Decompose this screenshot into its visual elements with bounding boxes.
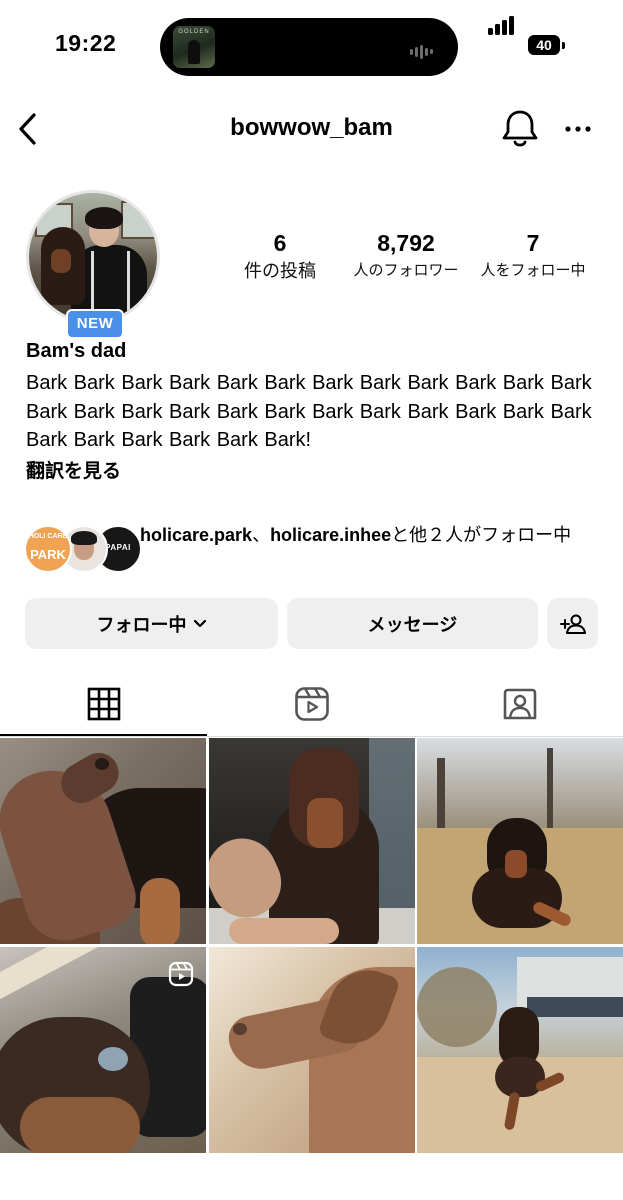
bio-text: Bark Bark Bark Bark Bark Bark Bark Bark … <box>26 372 592 451</box>
message-button[interactable]: メッセージ <box>287 598 538 649</box>
posts-label: 件の投稿 <box>244 261 316 281</box>
profile-avatar[interactable] <box>26 190 160 324</box>
artwork-title: GOLDEN <box>178 29 210 35</box>
chevron-left-icon <box>19 113 36 145</box>
chevron-down-icon <box>193 619 206 627</box>
status-time: 19:22 <box>55 30 117 56</box>
mutual-user-1[interactable]: holicare.park <box>140 525 252 545</box>
dynamic-island[interactable]: GOLDEN <box>160 18 458 76</box>
tagged-icon <box>503 688 536 720</box>
tab-tagged[interactable] <box>416 676 623 732</box>
following-button-label: フォロー中 <box>96 614 187 635</box>
followers-stat[interactable]: 8,792 人のフォロワー <box>345 228 467 284</box>
mutual-avatar-holicare-park: HOLI CARE PARK <box>24 525 72 573</box>
message-button-label: メッセージ <box>367 614 458 635</box>
new-badge: NEW <box>66 309 124 339</box>
battery-level: 40 <box>536 37 552 53</box>
mutual-rest-text: と他２人がフォロー中 <box>391 525 572 545</box>
more-options-button[interactable] <box>560 115 596 143</box>
post-thumbnail-1[interactable] <box>0 738 206 944</box>
post-thumbnail-4[interactable] <box>0 947 206 1153</box>
posts-stat[interactable]: 6 件の投稿 <box>230 228 330 284</box>
mutual-followers-text[interactable]: holicare.park、holicare.inheeと他２人がフォロー中 <box>140 521 605 549</box>
posts-count: 6 <box>273 230 287 256</box>
suggested-users-button[interactable] <box>547 598 598 649</box>
grid-icon <box>87 687 120 721</box>
mutual-user-2[interactable]: holicare.inhee <box>270 525 391 545</box>
post-thumbnail-2[interactable] <box>209 738 415 944</box>
back-button[interactable] <box>10 110 44 148</box>
following-label: 人をフォロー中 <box>480 262 586 279</box>
followers-count: 8,792 <box>377 230 435 256</box>
audio-waveform-icon <box>410 43 435 61</box>
tab-posts-grid[interactable] <box>0 676 207 732</box>
add-user-icon <box>559 614 586 634</box>
notifications-button[interactable] <box>500 107 540 149</box>
bell-icon <box>502 110 538 147</box>
see-translation-link[interactable]: 翻訳を見る <box>26 456 121 483</box>
following-button[interactable]: フォロー中 <box>25 598 278 649</box>
avatar-logo-text-top: HOLI CARE <box>28 533 68 540</box>
followers-label: 人のフォロワー <box>353 262 459 279</box>
tab-divider <box>0 736 623 737</box>
more-horizontal-icon <box>565 126 591 132</box>
now-playing-artwork: GOLDEN <box>173 26 215 68</box>
following-count: 7 <box>526 230 540 256</box>
post-thumbnail-5[interactable] <box>209 947 415 1153</box>
avatar-logo-text-bottom: PARK <box>30 547 66 562</box>
display-name: Bam's dad <box>26 340 127 362</box>
reels-icon <box>294 687 329 721</box>
avatar-photo <box>29 193 157 321</box>
profile-username: bowwow_bam <box>230 114 393 141</box>
following-stat[interactable]: 7 人をフォロー中 <box>472 228 594 284</box>
post-thumbnail-6[interactable] <box>417 947 623 1153</box>
post-thumbnail-3[interactable] <box>417 738 623 944</box>
battery-icon: 40 <box>528 35 560 55</box>
tab-reels[interactable] <box>208 676 415 732</box>
mutual-followers-avatars[interactable]: HOLI CARE PARK PAPAI <box>24 525 142 573</box>
reel-indicator-icon <box>168 961 194 987</box>
